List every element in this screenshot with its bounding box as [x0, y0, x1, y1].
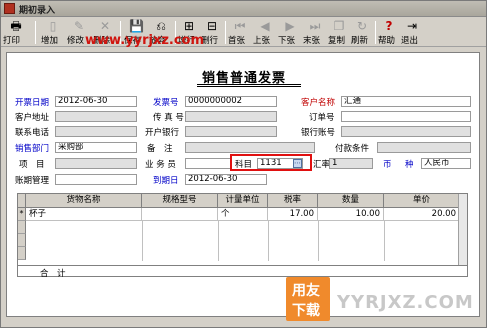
- items-grid: 货物名称 规格型号 计量单位 税率 数量 单价 * 杯子 个 17.00 10.…: [17, 193, 468, 270]
- currency-label: 种: [405, 160, 414, 170]
- sales-dept-field[interactable]: 采购部: [55, 142, 137, 153]
- window: 期初录入 🖶 打印 ▯ 增加 ✎ 修改 ✕ 删除 💾 保存 ⎌ 放弃 ⊞ 增行 …: [0, 0, 487, 328]
- due-date-field[interactable]: 2012-06-30: [185, 174, 267, 185]
- salesman-field[interactable]: [185, 158, 231, 169]
- next-icon: ▶: [285, 19, 295, 33]
- exit-button[interactable]: ⇥ 退出: [401, 19, 423, 47]
- help-button[interactable]: ? 帮助: [378, 19, 400, 47]
- total-row: 合 计: [17, 265, 468, 279]
- salesman-label: 业 务 员: [145, 160, 176, 170]
- refresh-icon: ↻: [356, 19, 368, 33]
- add-button[interactable]: ▯ 增加: [41, 19, 65, 47]
- bank-field[interactable]: [185, 126, 277, 137]
- due-date-label: 到期日: [153, 176, 179, 186]
- exit-icon: ⇥: [406, 19, 418, 33]
- invoice-no-field[interactable]: 0000000002: [185, 96, 277, 107]
- exchange-rate-field[interactable]: 1: [329, 158, 373, 169]
- customer-address-field[interactable]: [55, 111, 137, 122]
- toolbar: 🖶 打印 ▯ 增加 ✎ 修改 ✕ 删除 💾 保存 ⎌ 放弃 ⊞ 增行 ⊟ 删行 …: [1, 18, 486, 47]
- grid-vertical-scrollbar[interactable]: [458, 194, 467, 269]
- invoice-date-field[interactable]: 2012-06-30: [55, 96, 137, 107]
- delete-icon: ✕: [99, 19, 111, 33]
- payment-terms-field[interactable]: [377, 142, 471, 153]
- cell-qty[interactable]: 10.00: [318, 208, 384, 221]
- window-title: 期初录入: [19, 6, 56, 16]
- contact-phone-label: 联系电话: [15, 128, 50, 138]
- prev-icon: ◀: [260, 19, 270, 33]
- total-label: 合 计: [40, 269, 66, 279]
- fax-label: 传 真 号: [153, 113, 184, 123]
- aging-field[interactable]: [55, 174, 137, 185]
- order-no-field[interactable]: [341, 111, 471, 122]
- currency-symbol-label: 币: [383, 160, 392, 170]
- column-header-name[interactable]: 货物名称: [26, 194, 142, 208]
- copy-icon: ❐: [333, 19, 345, 33]
- subject-lookup-icon[interactable]: ⋯: [293, 159, 302, 168]
- currency-field[interactable]: 人民币: [421, 158, 471, 169]
- insert-row-icon: ⊞: [183, 19, 195, 33]
- cell-unit[interactable]: 个: [218, 208, 268, 221]
- prev-record-button[interactable]: ◀ 上张: [253, 19, 277, 47]
- invoice-no-label: 发票号: [153, 98, 179, 108]
- cell-spec[interactable]: [142, 208, 218, 221]
- cell-name[interactable]: 杯子: [26, 208, 142, 221]
- save-icon: 💾: [129, 19, 144, 33]
- column-header-qty[interactable]: 数量: [318, 194, 384, 208]
- column-header-price[interactable]: 单价: [384, 194, 460, 208]
- customer-address-label: 客户地址: [15, 113, 50, 123]
- customer-name-label: 客户名称: [301, 98, 336, 108]
- remark-label: 备 注: [147, 144, 173, 154]
- watermark-text: www.yyrjxz.com: [85, 33, 205, 48]
- project-field[interactable]: [55, 158, 137, 169]
- invoice-date-label: 开票日期: [15, 98, 50, 108]
- column-header-spec[interactable]: 规格型号: [142, 194, 218, 208]
- row-marker: *: [18, 208, 26, 221]
- subject-label: 科目: [235, 160, 253, 170]
- column-header-tax-rate[interactable]: 税率: [268, 194, 318, 208]
- cell-price[interactable]: 20.00: [384, 208, 460, 221]
- brand-logo-text: YYRJXZ.COM: [337, 292, 474, 313]
- help-icon: ?: [385, 19, 393, 33]
- printer-icon: 🖶: [10, 19, 22, 33]
- fax-field[interactable]: [185, 111, 277, 122]
- bank-account-field[interactable]: [341, 126, 471, 137]
- customer-name-field[interactable]: 汇通: [341, 96, 471, 107]
- first-icon: ⏮: [234, 19, 246, 33]
- delete-row-button[interactable]: ⊟ 删行: [201, 19, 223, 47]
- remark-field[interactable]: [185, 142, 315, 153]
- next-record-button[interactable]: ▶ 下张: [278, 19, 302, 47]
- first-record-button[interactable]: ⏮ 首张: [228, 19, 252, 47]
- order-no-label: 订单号: [309, 113, 335, 123]
- column-header-unit[interactable]: 计量单位: [218, 194, 268, 208]
- aging-label: 账期管理: [15, 176, 50, 186]
- last-icon: ⏭: [309, 19, 321, 33]
- print-button[interactable]: 🖶 打印: [3, 19, 29, 47]
- last-record-button[interactable]: ⏭ 末张: [303, 19, 327, 47]
- sales-dept-label: 销售部门: [15, 144, 50, 154]
- contact-phone-field[interactable]: [55, 126, 137, 137]
- copy-button[interactable]: ❐ 复制: [328, 19, 350, 47]
- brand-logo: 用友 下载: [286, 277, 330, 321]
- invoice-form: 销售普通发票 开票日期 2012-06-30 发票号 0000000002 客户…: [6, 52, 480, 317]
- title-bar: 期初录入: [1, 1, 486, 17]
- bank-account-label: 银行账号: [301, 128, 336, 138]
- add-icon: ▯: [49, 19, 57, 33]
- bank-label: 开户银行: [145, 128, 180, 138]
- edit-icon: ✎: [73, 19, 85, 33]
- app-icon: [4, 3, 15, 14]
- cell-tax-rate[interactable]: 17.00: [268, 208, 318, 221]
- payment-terms-label: 付款条件: [335, 144, 370, 154]
- refresh-button[interactable]: ↻ 刷新: [351, 19, 373, 47]
- project-label: 项 目: [19, 160, 45, 170]
- discard-icon: ⎌: [156, 19, 166, 33]
- exchange-rate-label: 汇率: [313, 160, 331, 170]
- delete-row-icon: ⊟: [206, 19, 218, 33]
